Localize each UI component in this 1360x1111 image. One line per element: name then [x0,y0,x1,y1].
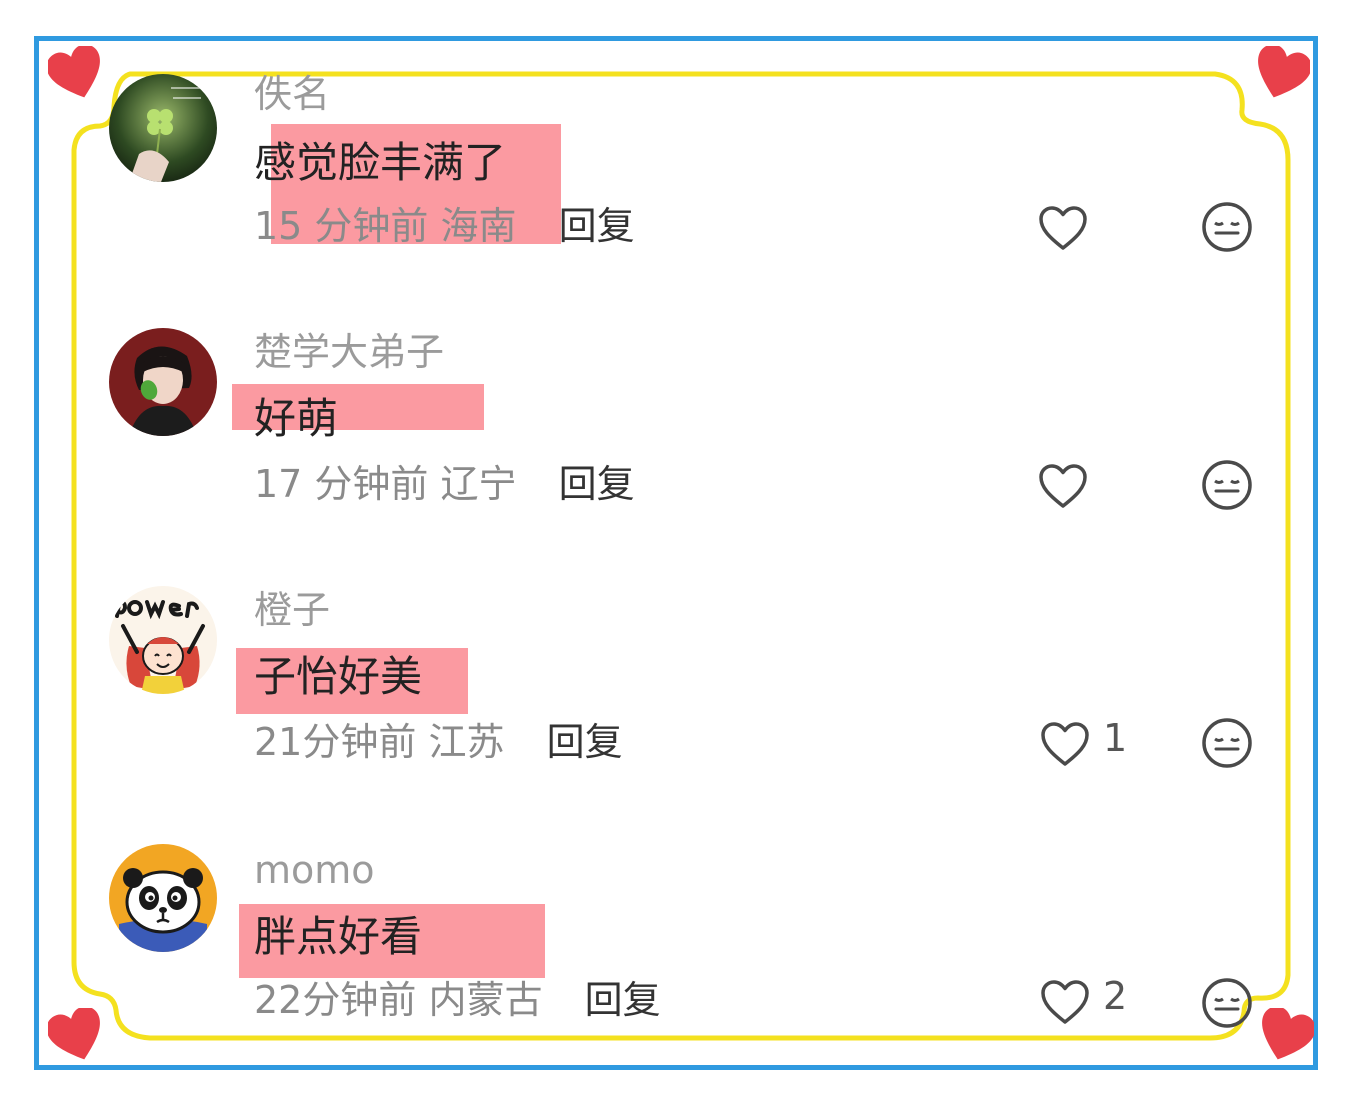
like-count: 1 [1103,716,1128,760]
comment-text: 感觉脸丰满了 [254,138,507,187]
avatar-portrait-image [109,328,217,436]
reply-button[interactable]: 回复 [559,462,635,506]
comments-screenshot: 佚名 感觉脸丰满了 15 分钟前 海南 回复 楚学大弟子 好萌 17 分钟前 辽… [0,0,1360,1111]
reply-button[interactable]: 回复 [559,204,635,248]
avatar-cartoon-girl-image [109,586,217,694]
comment-meta: 17 分钟前 辽宁 回复 [254,462,635,506]
comment-time: 15 分钟前 [254,204,429,248]
heart-outline-icon[interactable] [1039,720,1091,768]
comment-item: 楚学大弟子 好萌 17 分钟前 辽宁 回复 [0,326,1360,526]
heart-outline-icon[interactable] [1039,978,1091,1026]
comment-location: 江苏 [428,720,505,764]
heart-outline-icon[interactable] [1037,204,1089,252]
reply-button[interactable]: 回复 [547,720,623,764]
comment-location: 内蒙古 [428,978,543,1022]
avatar[interactable] [109,844,217,952]
like-count: 2 [1103,974,1128,1018]
avatar[interactable] [109,74,217,182]
comment-meta: 21分钟前 江苏 回复 [254,720,623,764]
avatar-clover-image [109,74,217,182]
comment-meta: 22分钟前 内蒙古 回复 [254,978,661,1022]
username[interactable]: 橙子 [254,588,330,632]
meh-face-icon[interactable] [1200,976,1254,1030]
reply-button[interactable]: 回复 [585,978,661,1022]
meh-face-icon[interactable] [1200,716,1254,770]
comment-time: 22分钟前 [254,978,417,1022]
avatar[interactable] [109,586,217,694]
comment-item: 佚名 感觉脸丰满了 15 分钟前 海南 回复 [0,70,1360,270]
username[interactable]: 佚名 [254,72,330,116]
meh-face-icon[interactable] [1200,200,1254,254]
comment-location: 辽宁 [440,462,517,506]
comment-text: 胖点好看 [254,912,423,961]
avatar[interactable] [109,328,217,436]
comment-meta: 15 分钟前 海南 回复 [254,204,635,248]
avatar-panda-image [109,844,217,952]
heart-outline-icon[interactable] [1037,462,1089,510]
meh-face-icon[interactable] [1200,458,1254,512]
comment-text: 好萌 [254,394,339,443]
comment-time: 21分钟前 [254,720,417,764]
username[interactable]: 楚学大弟子 [254,330,444,374]
comment-text: 子怡好美 [254,652,423,701]
username[interactable]: momo [254,848,375,892]
comment-location: 海南 [440,204,517,248]
comment-time: 17 分钟前 [254,462,429,506]
comment-item: 橙子 子怡好美 21分钟前 江苏 回复 1 [0,584,1360,784]
comment-item: momo 胖点好看 22分钟前 内蒙古 回复 2 [0,842,1360,1042]
